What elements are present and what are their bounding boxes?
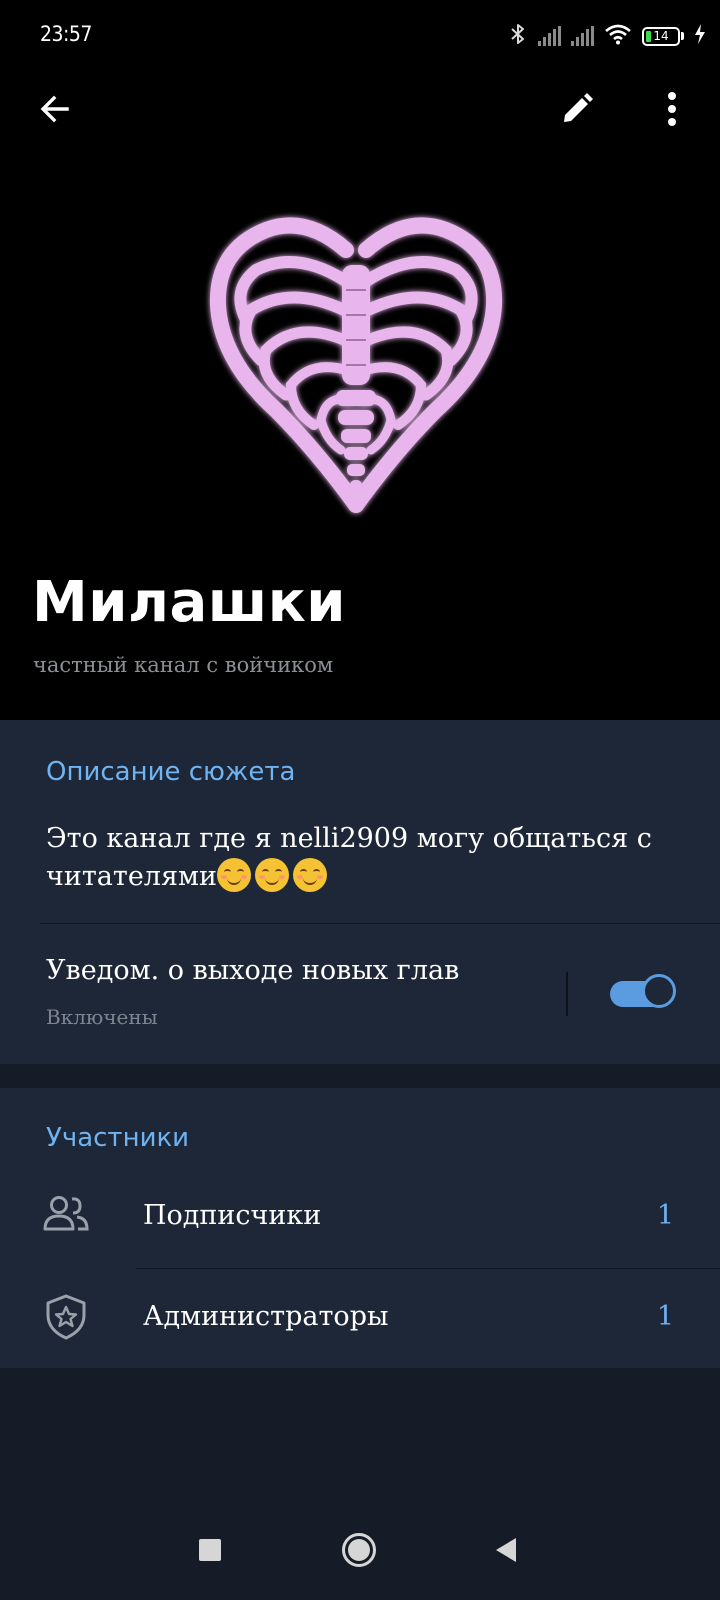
administrators-count: 1 [656,1301,674,1332]
description-section-title: Описание сюжета [46,757,296,787]
nav-back-button[interactable] [476,1522,536,1582]
home-circle-icon [341,1532,377,1572]
recents-square-icon [198,1538,222,1566]
notifications-status: Включены [46,1005,158,1029]
home-button[interactable] [329,1522,389,1582]
channel-title: Милашки [32,570,346,635]
subscribers-row[interactable]: Подписчики 1 [0,1168,720,1268]
arrow-left-icon [37,91,73,131]
battery-icon: 14 [642,26,684,46]
subscribers-count: 1 [656,1200,674,1231]
heart-ribcage-image [209,217,503,513]
status-icons: 14 [508,22,706,50]
bluetooth-icon [508,22,528,50]
subscribers-label: Подписчики [143,1200,322,1231]
back-button[interactable] [27,83,83,139]
notifications-title: Уведом. о выходе новых глав [46,955,460,986]
back-triangle-icon [494,1536,518,1568]
vertical-separator [566,972,568,1016]
edit-button[interactable] [549,83,605,139]
notifications-toggle[interactable] [610,974,676,1014]
description-text[interactable]: Это канал где я nelli2909 могу общаться … [46,820,686,896]
charging-icon [694,24,706,48]
channel-avatar[interactable] [196,210,516,520]
signal-icon [571,26,594,46]
status-time: 23:57 [40,22,92,46]
wifi-icon [604,23,632,49]
channel-subtitle: частный канал с войчиком [33,653,334,677]
members-section-title: Участники [46,1123,190,1153]
users-icon [42,1194,90,1242]
smiling-face-emoji [254,857,289,892]
description-body: Это канал где я nelli2909 могу общаться … [46,823,652,892]
administrators-row[interactable]: Администраторы 1 [0,1269,720,1369]
recents-button[interactable] [180,1522,240,1582]
shield-star-icon [42,1293,90,1341]
signal-icon [538,26,561,46]
pencil-icon [560,92,594,130]
smiling-face-emoji [216,857,251,892]
administrators-label: Администраторы [143,1301,389,1332]
more-vertical-icon [667,91,677,131]
smiling-face-emoji [292,857,327,892]
more-menu-button[interactable] [644,83,700,139]
battery-level: 14 [653,28,669,43]
emoji-group [216,857,331,892]
